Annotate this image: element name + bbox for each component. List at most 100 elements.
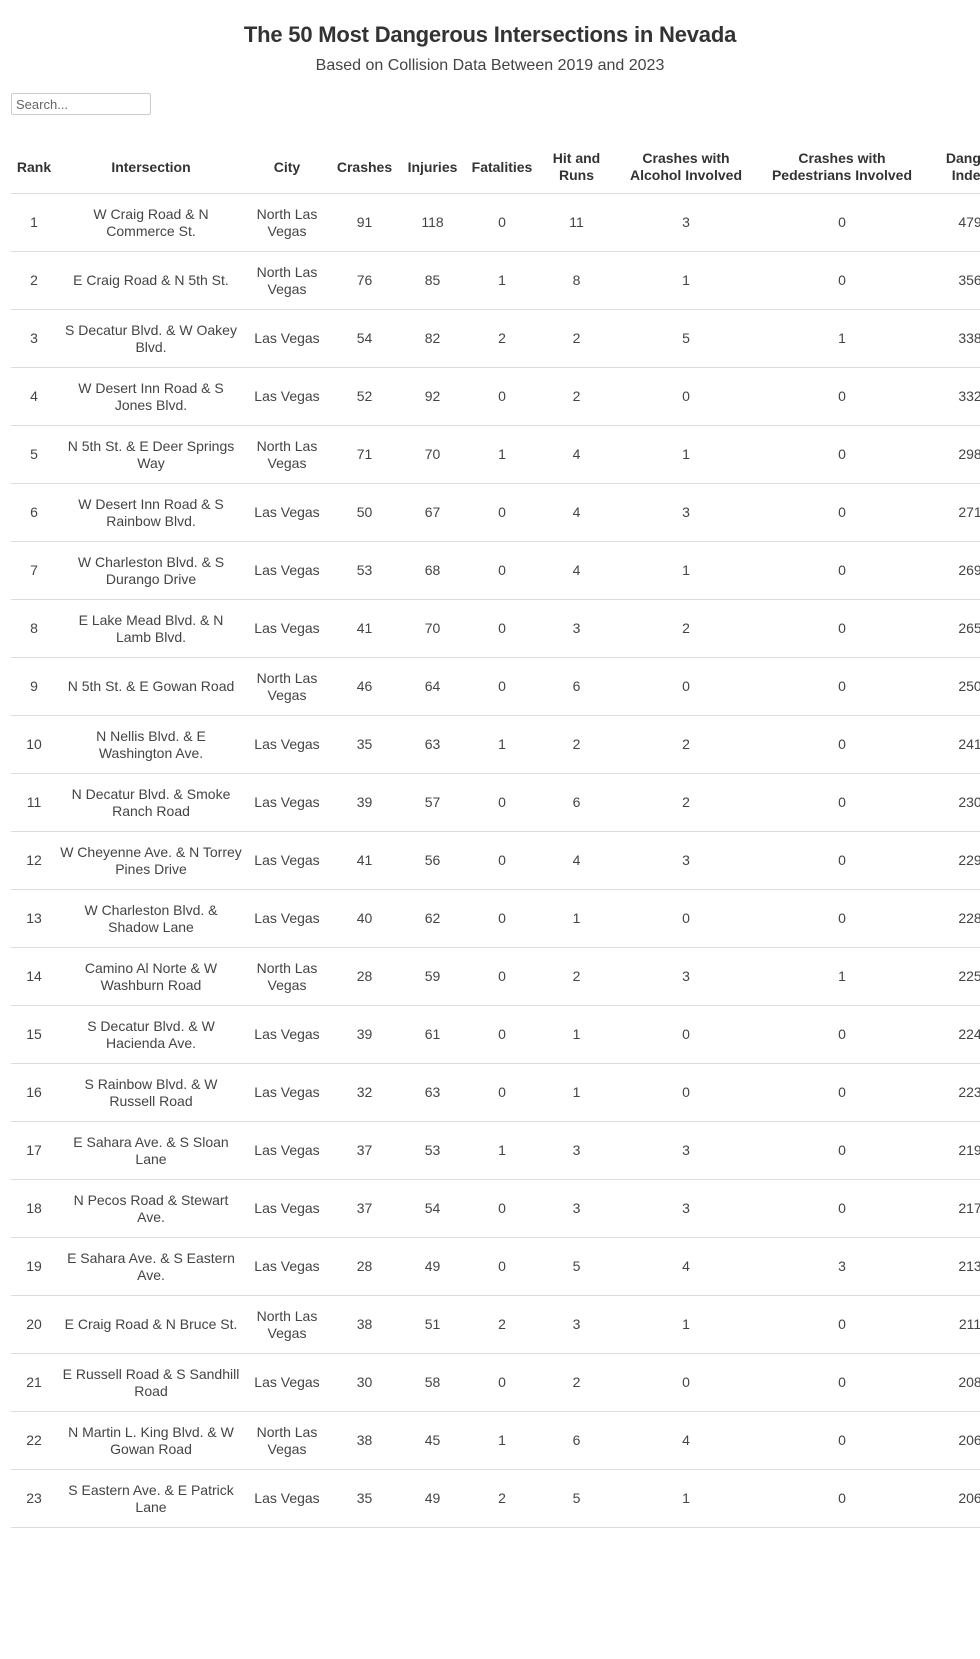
column-header-danger-index[interactable]: Danger Index bbox=[926, 141, 980, 194]
cell-rank: 1 bbox=[11, 193, 57, 252]
table-row: 23 S Eastern Ave. & E Patrick Lane Las Veg… bbox=[11, 1469, 980, 1528]
cell-rank: 7 bbox=[11, 541, 57, 600]
table-row: 24S Valley View Blvd. & WLas Vegas bbox=[11, 1527, 980, 1548]
cell-fatalities: 1 bbox=[465, 1121, 539, 1180]
cell-rank: 3 bbox=[11, 309, 57, 368]
cell-danger-index: 211 bbox=[926, 1295, 980, 1354]
cell-intersection: N Pecos Road & Stewart Ave. bbox=[57, 1179, 245, 1238]
cell-city: North Las Vegas bbox=[245, 425, 329, 484]
column-header-hit-and-runs[interactable]: Hit and Runs bbox=[539, 141, 614, 194]
cell-fatalities: 1 bbox=[465, 425, 539, 484]
cell-hit-and-runs: 2 bbox=[539, 367, 614, 426]
cell-intersection: W Cheyenne Ave. & N Torrey Pines Drive bbox=[57, 831, 245, 890]
cell-city: Las Vegas bbox=[245, 1005, 329, 1064]
cell-city: Las Vegas bbox=[245, 715, 329, 774]
cell-pedestrian-crashes: 0 bbox=[758, 1353, 926, 1412]
cell-injuries: 54 bbox=[400, 1179, 465, 1238]
cell-city: North Las Vegas bbox=[245, 1411, 329, 1470]
cell-injuries: 49 bbox=[400, 1237, 465, 1296]
cell-intersection: S Decatur Blvd. & W Hacienda Ave. bbox=[57, 1005, 245, 1064]
cell-alcohol-crashes: 5 bbox=[614, 309, 758, 368]
cell-fatalities: 0 bbox=[465, 483, 539, 542]
cell-rank: 11 bbox=[11, 773, 57, 832]
table-header-row: Rank Intersection City Crashes Injuries Fatal… bbox=[11, 141, 980, 194]
cell-alcohol-crashes: 1 bbox=[614, 425, 758, 484]
cell-intersection: S Eastern Ave. & E Patrick Lane bbox=[57, 1469, 245, 1528]
cell-alcohol-crashes: 3 bbox=[614, 831, 758, 890]
cell-crashes: 37 bbox=[329, 1179, 400, 1238]
cell-pedestrian-crashes: 0 bbox=[758, 425, 926, 484]
cell-hit-and-runs: 1 bbox=[539, 1005, 614, 1064]
table-row: 17 E Sahara Ave. & S Sloan Lane Las Vegas 3… bbox=[11, 1121, 980, 1180]
column-header-injuries[interactable]: Injuries bbox=[400, 141, 465, 194]
cell-city: North Las Vegas bbox=[245, 251, 329, 310]
cell-hit-and-runs: 2 bbox=[539, 947, 614, 1006]
cell-crashes: 53 bbox=[329, 541, 400, 600]
cell-intersection: E Craig Road & N 5th St. bbox=[57, 251, 245, 310]
cell-injuries: 49 bbox=[400, 1469, 465, 1528]
cell-crashes: 32 bbox=[329, 1063, 400, 1122]
cell-intersection: N Nellis Blvd. & E Washington Ave. bbox=[57, 715, 245, 774]
cell-rank: 21 bbox=[11, 1353, 57, 1412]
cell-fatalities: 0 bbox=[465, 1179, 539, 1238]
column-header-crashes[interactable]: Crashes bbox=[329, 141, 400, 194]
cell-alcohol-crashes: 4 bbox=[614, 1411, 758, 1470]
cell-fatalities: 0 bbox=[465, 1237, 539, 1296]
cell-city: North Las Vegas bbox=[245, 657, 329, 716]
cell-crashes: 41 bbox=[329, 831, 400, 890]
cell-rank: 9 bbox=[11, 657, 57, 716]
table-row: 14 Camino Al Norte & W Washburn Road North… bbox=[11, 947, 980, 1006]
cell-injuries: 57 bbox=[400, 773, 465, 832]
column-header-fatalities[interactable]: Fatalities bbox=[465, 141, 539, 194]
cell-city: Las Vegas bbox=[245, 831, 329, 890]
column-header-intersection[interactable]: Intersection bbox=[57, 141, 245, 194]
cell-alcohol-crashes: 0 bbox=[614, 1005, 758, 1064]
cell-injuries: 70 bbox=[400, 599, 465, 658]
cell-city: Las Vegas bbox=[245, 1469, 329, 1528]
cell-danger-index: 230 bbox=[926, 773, 980, 832]
table-row: 4W Desert Inn Road & S Jones Blvd. Las Ve… bbox=[11, 367, 980, 426]
cell-rank: 14 bbox=[11, 947, 57, 1006]
cell-rank: 18 bbox=[11, 1179, 57, 1238]
cell-alcohol-crashes: 1 bbox=[614, 541, 758, 600]
cell-fatalities: 0 bbox=[465, 831, 539, 890]
cell-pedestrian-crashes: 0 bbox=[758, 1179, 926, 1238]
cell-rank: 17 bbox=[11, 1121, 57, 1180]
cell-intersection: N 5th St. & E Gowan Road bbox=[57, 657, 245, 716]
cell-crashes: 35 bbox=[329, 715, 400, 774]
cell-city: Las Vegas bbox=[245, 1353, 329, 1412]
cell-pedestrian-crashes: 0 bbox=[758, 1005, 926, 1064]
cell-intersection: W Charleston Blvd. & S Durango Drive bbox=[57, 541, 245, 600]
cell-hit-and-runs: 11 bbox=[539, 193, 614, 252]
cell-rank: 10 bbox=[11, 715, 57, 774]
cell-hit-and-runs bbox=[539, 1527, 614, 1548]
cell-fatalities: 0 bbox=[465, 367, 539, 426]
cell-pedestrian-crashes: 0 bbox=[758, 599, 926, 658]
cell-injuries: 61 bbox=[400, 1005, 465, 1064]
cell-fatalities: 0 bbox=[465, 1005, 539, 1064]
column-header-city[interactable]: City bbox=[245, 141, 329, 194]
column-header-alcohol-crashes[interactable]: Crashes with Alcohol Involved bbox=[614, 141, 758, 194]
table-row: 10 N Nellis Blvd. & E Washington Ave. Las … bbox=[11, 715, 980, 774]
cell-injuries: 82 bbox=[400, 309, 465, 368]
cell-alcohol-crashes: 2 bbox=[614, 599, 758, 658]
cell-injuries: 59 bbox=[400, 947, 465, 1006]
column-header-pedestrian-crashes[interactable]: Crashes with Pedestrians Involved bbox=[758, 141, 926, 194]
cell-rank: 16 bbox=[11, 1063, 57, 1122]
cell-pedestrian-crashes: 1 bbox=[758, 947, 926, 1006]
search-input[interactable] bbox=[11, 93, 151, 115]
cell-intersection: W Craig Road & N Commerce St. bbox=[57, 193, 245, 252]
cell-injuries: 68 bbox=[400, 541, 465, 600]
cell-alcohol-crashes: 0 bbox=[614, 1353, 758, 1412]
cell-danger-index: 356 bbox=[926, 251, 980, 310]
column-header-rank[interactable]: Rank bbox=[11, 141, 57, 194]
cell-alcohol-crashes: 1 bbox=[614, 1295, 758, 1354]
cell-crashes: 91 bbox=[329, 193, 400, 252]
cell-injuries: 118 bbox=[400, 193, 465, 252]
cell-rank: 8 bbox=[11, 599, 57, 658]
intersections-table: Rank Intersection City Crashes Injuries Fatal… bbox=[11, 141, 980, 1548]
cell-alcohol-crashes: 2 bbox=[614, 773, 758, 832]
cell-intersection: E Russell Road & S Sandhill Road bbox=[57, 1353, 245, 1412]
table-container[interactable]: Rank Intersection City Crashes Injuries Fatal… bbox=[11, 141, 980, 1548]
cell-city: Las Vegas bbox=[245, 309, 329, 368]
